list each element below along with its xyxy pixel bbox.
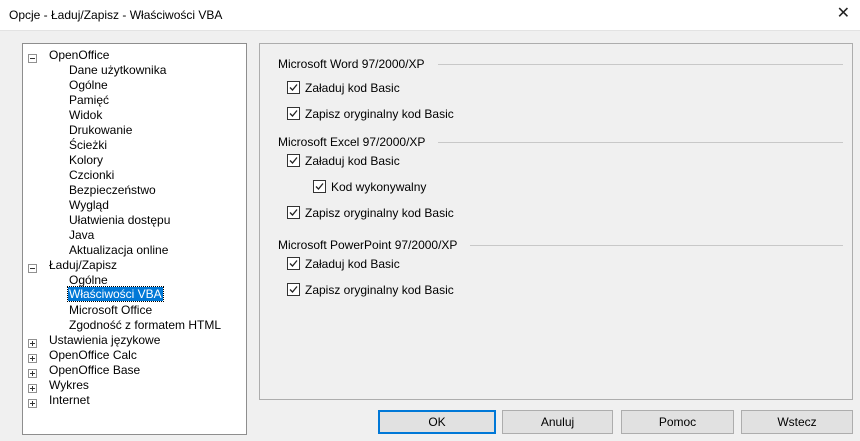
checkbox-label: Załaduj kod Basic xyxy=(305,154,400,168)
cancel-button[interactable]: Anuluj xyxy=(502,410,613,434)
checkbox-checked-icon xyxy=(287,81,300,94)
tree-item-ogolne[interactable]: Ogólne xyxy=(69,78,108,92)
checkbox-label: Kod wykonywalny xyxy=(331,180,427,194)
checkbox-label: Załaduj kod Basic xyxy=(305,257,400,271)
section-title-excel: Microsoft Excel 97/2000/XP xyxy=(278,135,426,149)
section-title-powerpoint: Microsoft PowerPoint 97/2000/XP xyxy=(278,238,458,252)
divider xyxy=(438,142,843,143)
checkbox-label: Zapisz oryginalny kod Basic xyxy=(305,107,454,121)
tree-item-zgodnosc-html[interactable]: Zgodność z formatem HTML xyxy=(69,318,221,332)
tree-item-czcionki[interactable]: Czcionki xyxy=(69,168,114,182)
divider xyxy=(438,64,843,65)
collapse-icon[interactable] xyxy=(28,54,37,63)
checkbox-checked-icon xyxy=(287,257,300,270)
tree-item-aktualizacja-online[interactable]: Aktualizacja online xyxy=(69,243,168,257)
help-button[interactable]: Pomoc xyxy=(621,410,734,434)
section-title-word: Microsoft Word 97/2000/XP xyxy=(278,57,425,71)
back-button[interactable]: Wstecz xyxy=(741,410,853,434)
checkbox-label: Załaduj kod Basic xyxy=(305,81,400,95)
checkbox-label: Zapisz oryginalny kod Basic xyxy=(305,206,454,220)
tree-item-ogolne-laduj[interactable]: Ogólne xyxy=(69,273,108,287)
checkbox-checked-icon xyxy=(287,283,300,296)
tree-item-wyglad[interactable]: Wygląd xyxy=(69,198,109,212)
tree-item-drukowanie[interactable]: Drukowanie xyxy=(69,123,132,137)
divider xyxy=(470,245,843,246)
tree-item-pamiec[interactable]: Pamięć xyxy=(69,93,109,107)
tree-item-ulatwienia-dostepu[interactable]: Ułatwienia dostępu xyxy=(69,213,170,227)
close-icon[interactable]: ✕ xyxy=(837,5,850,23)
expand-icon[interactable] xyxy=(28,384,37,393)
tree-item-sciezki[interactable]: Ścieżki xyxy=(69,138,107,152)
window-title: Opcje - Ładuj/Zapisz - Właściwości VBA xyxy=(9,8,223,22)
expand-icon[interactable] xyxy=(28,369,37,378)
checkbox-checked-icon xyxy=(287,107,300,120)
tree-item-kolory[interactable]: Kolory xyxy=(69,153,103,167)
tree-item-openoffice-calc[interactable]: OpenOffice Calc xyxy=(49,348,137,362)
tree-item-openoffice[interactable]: OpenOffice xyxy=(49,48,109,62)
checkbox-checked-icon xyxy=(313,180,326,193)
tree-item-laduj-zapisz[interactable]: Ładuj/Zapisz xyxy=(49,258,117,272)
tree-item-dane-uzytkownika[interactable]: Dane użytkownika xyxy=(69,63,166,77)
checkbox-checked-icon xyxy=(287,206,300,219)
tree-item-wlasciwosci-vba[interactable]: Właściwości VBA xyxy=(67,286,164,302)
collapse-icon[interactable] xyxy=(28,264,37,273)
tree-item-internet[interactable]: Internet xyxy=(49,393,90,407)
tree-item-bezpieczenstwo[interactable]: Bezpieczeństwo xyxy=(69,183,156,197)
expand-icon[interactable] xyxy=(28,339,37,348)
tree-item-java[interactable]: Java xyxy=(69,228,94,242)
tree-item-wykres[interactable]: Wykres xyxy=(49,378,89,392)
tree-item-ustawienia-jezykowe[interactable]: Ustawienia językowe xyxy=(49,333,160,347)
ok-button[interactable]: OK xyxy=(378,410,496,434)
title-bar: Opcje - Ładuj/Zapisz - Właściwości VBA ✕ xyxy=(0,0,860,31)
checkbox-label: Zapisz oryginalny kod Basic xyxy=(305,283,454,297)
tree-item-widok[interactable]: Widok xyxy=(69,108,102,122)
vba-properties-panel: Microsoft Word 97/2000/XP Załaduj kod Ba… xyxy=(259,43,853,400)
expand-icon[interactable] xyxy=(28,399,37,408)
expand-icon[interactable] xyxy=(28,354,37,363)
tree-item-openoffice-base[interactable]: OpenOffice Base xyxy=(49,363,140,377)
options-tree[interactable]: OpenOffice Dane użytkownika Ogólne Pamię… xyxy=(22,43,247,435)
checkbox-checked-icon xyxy=(287,154,300,167)
tree-item-microsoft-office[interactable]: Microsoft Office xyxy=(69,303,152,317)
